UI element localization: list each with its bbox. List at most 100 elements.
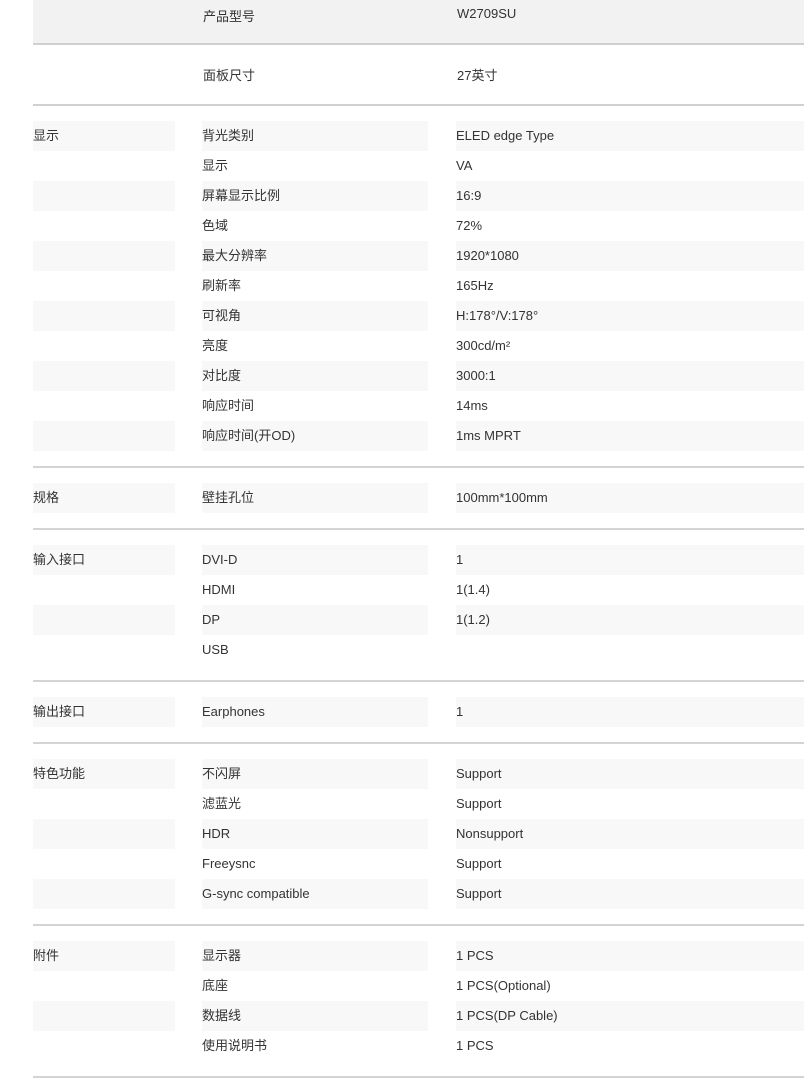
- spec-value: 165Hz: [456, 278, 494, 293]
- spec-category: [33, 635, 175, 665]
- spec-label: 壁挂孔位: [202, 483, 428, 513]
- spec-category: 规格: [33, 483, 175, 513]
- spec-category: [33, 271, 175, 301]
- spec-row: 数据线 1 PCS(DP Cable): [33, 1001, 804, 1031]
- spec-category: 输入接口: [33, 545, 175, 575]
- spec-value: 1920*1080: [456, 241, 804, 271]
- spec-row: 响应时间(开OD) 1ms MPRT: [33, 421, 804, 451]
- spec-category: [33, 391, 175, 421]
- spec-category: [33, 849, 175, 879]
- spec-row: 屏幕显示比例 16:9: [33, 181, 804, 211]
- spec-value: H:178°/V:178°: [456, 301, 804, 331]
- spec-row: 可视角 H:178°/V:178°: [33, 301, 804, 331]
- spec-label: HDR: [202, 819, 428, 849]
- spec-section: 附件 显示器 1 PCS 底座 1 PCS(Optional) 数据线 1 PCS(DP C…: [33, 926, 804, 1078]
- spec-value: Support: [456, 879, 804, 909]
- spec-section: 特色功能 不闪屏 Support 滤蓝光 Support HDR Nonsupport Fre…: [33, 744, 804, 926]
- spec-value: Support: [456, 759, 804, 789]
- spec-value: 1 PCS: [456, 1038, 494, 1053]
- spec-value: ELED edge Type: [456, 121, 804, 151]
- spec-value: 1: [456, 545, 804, 575]
- spec-category: 附件: [33, 941, 175, 971]
- spec-category: [33, 789, 175, 819]
- spec-label: 刷新率: [202, 278, 242, 293]
- spec-sections: 显示 背光类别 ELED edge Type 显示 VA 屏幕显示比例 16:9 色域 72% 最…: [33, 106, 804, 1078]
- spec-value: Support: [456, 796, 502, 811]
- spec-row: 使用说明书 1 PCS: [33, 1031, 804, 1061]
- spec-category: [33, 819, 175, 849]
- spec-value: 1: [456, 697, 804, 727]
- spec-category: [33, 971, 175, 1001]
- spec-row-model: 产品型号 W2709SU: [33, 0, 804, 45]
- spec-value: W2709SU: [457, 6, 517, 21]
- spec-label: 面板尺寸: [203, 68, 256, 83]
- spec-label: Freeysnc: [202, 856, 256, 871]
- spec-row: DP 1(1.2): [33, 605, 804, 635]
- spec-row: 输出接口 Earphones 1: [33, 697, 804, 727]
- spec-label: 响应时间(开OD): [202, 421, 428, 451]
- spec-row: HDR Nonsupport: [33, 819, 804, 849]
- spec-label: 显示: [202, 158, 229, 173]
- spec-row: 特色功能 不闪屏 Support: [33, 759, 804, 789]
- spec-value: 14ms: [456, 398, 488, 413]
- spec-category: [33, 575, 175, 605]
- spec-section: 输入接口 DVI-D 1 HDMI 1(1.4) DP 1(1.2) USB: [33, 530, 804, 682]
- spec-value: 1 PCS(Optional): [456, 978, 551, 993]
- spec-label: 滤蓝光: [202, 796, 242, 811]
- spec-label: 屏幕显示比例: [202, 181, 428, 211]
- spec-category: [33, 181, 175, 211]
- spec-label: 最大分辨率: [202, 241, 428, 271]
- spec-label: 产品型号: [203, 9, 256, 24]
- spec-label: HDMI: [202, 582, 236, 597]
- spec-value: 16:9: [456, 181, 804, 211]
- spec-row: 色域 72%: [33, 211, 804, 241]
- spec-row: 输入接口 DVI-D 1: [33, 545, 804, 575]
- spec-category: [33, 331, 175, 361]
- spec-value: 1 PCS: [456, 941, 804, 971]
- spec-row: 最大分辨率 1920*1080: [33, 241, 804, 271]
- spec-label: 亮度: [202, 338, 229, 353]
- spec-row: 刷新率 165Hz: [33, 271, 804, 301]
- spec-section: 输出接口 Earphones 1: [33, 682, 804, 744]
- spec-row: USB: [33, 635, 804, 665]
- spec-row: G-sync compatible Support: [33, 879, 804, 909]
- spec-value: 100mm*100mm: [456, 483, 804, 513]
- spec-category: [33, 241, 175, 271]
- spec-category: [33, 151, 175, 181]
- spec-label: 显示器: [202, 941, 428, 971]
- spec-label: 响应时间: [202, 398, 255, 413]
- spec-label: Earphones: [202, 697, 428, 727]
- spec-row: 亮度 300cd/m²: [33, 331, 804, 361]
- spec-row: 底座 1 PCS(Optional): [33, 971, 804, 1001]
- spec-label: 底座: [202, 978, 229, 993]
- spec-row: 滤蓝光 Support: [33, 789, 804, 819]
- spec-row: 显示 VA: [33, 151, 804, 181]
- spec-value: 1(1.2): [456, 605, 804, 635]
- spec-category: [33, 1031, 175, 1061]
- spec-row: 显示 背光类别 ELED edge Type: [33, 121, 804, 151]
- spec-value: Nonsupport: [456, 819, 804, 849]
- spec-value: 27英寸: [457, 68, 498, 83]
- spec-row: 附件 显示器 1 PCS: [33, 941, 804, 971]
- spec-label: 可视角: [202, 301, 428, 331]
- spec-category: [33, 879, 175, 909]
- spec-category: 输出接口: [33, 697, 175, 727]
- spec-category: [33, 361, 175, 391]
- spec-row: 响应时间 14ms: [33, 391, 804, 421]
- spec-category: [33, 1001, 175, 1031]
- spec-category: [33, 421, 175, 451]
- spec-value: 1(1.4): [456, 582, 490, 597]
- spec-label: 对比度: [202, 361, 428, 391]
- spec-value: 3000:1: [456, 361, 804, 391]
- spec-table: 产品型号 W2709SU 面板尺寸 27英寸 显示 背光类别 ELED edge T…: [33, 0, 804, 1078]
- spec-section: 规格 壁挂孔位 100mm*100mm: [33, 468, 804, 530]
- spec-row-panel-size: 面板尺寸 27英寸: [33, 45, 804, 106]
- spec-label: 色域: [202, 218, 229, 233]
- spec-value: 72%: [456, 218, 483, 233]
- spec-label: G-sync compatible: [202, 879, 428, 909]
- spec-category: [33, 605, 175, 635]
- spec-value: 1 PCS(DP Cable): [456, 1001, 804, 1031]
- spec-row: Freeysnc Support: [33, 849, 804, 879]
- spec-section: 显示 背光类别 ELED edge Type 显示 VA 屏幕显示比例 16:9 色域 72% 最…: [33, 106, 804, 468]
- spec-label: USB: [202, 642, 229, 657]
